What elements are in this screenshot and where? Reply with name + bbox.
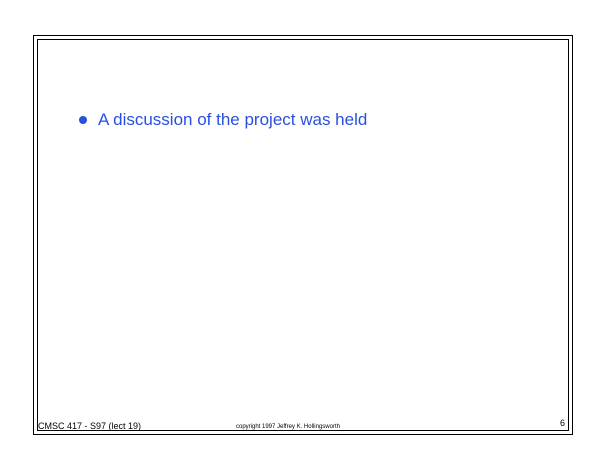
bullet-dot-icon — [79, 116, 87, 124]
bullet-text: A discussion of the project was held — [98, 110, 368, 129]
footer-copyright: copyright 1997 Jeffrey K. Hollingsworth — [236, 424, 340, 430]
slide-border-inner — [37, 39, 569, 431]
page-number: 6 — [560, 418, 566, 428]
footer-course-label: CMSC 417 - S97 (lect 19) — [38, 421, 142, 431]
bullet-item: A discussion of the project was held — [79, 108, 367, 132]
